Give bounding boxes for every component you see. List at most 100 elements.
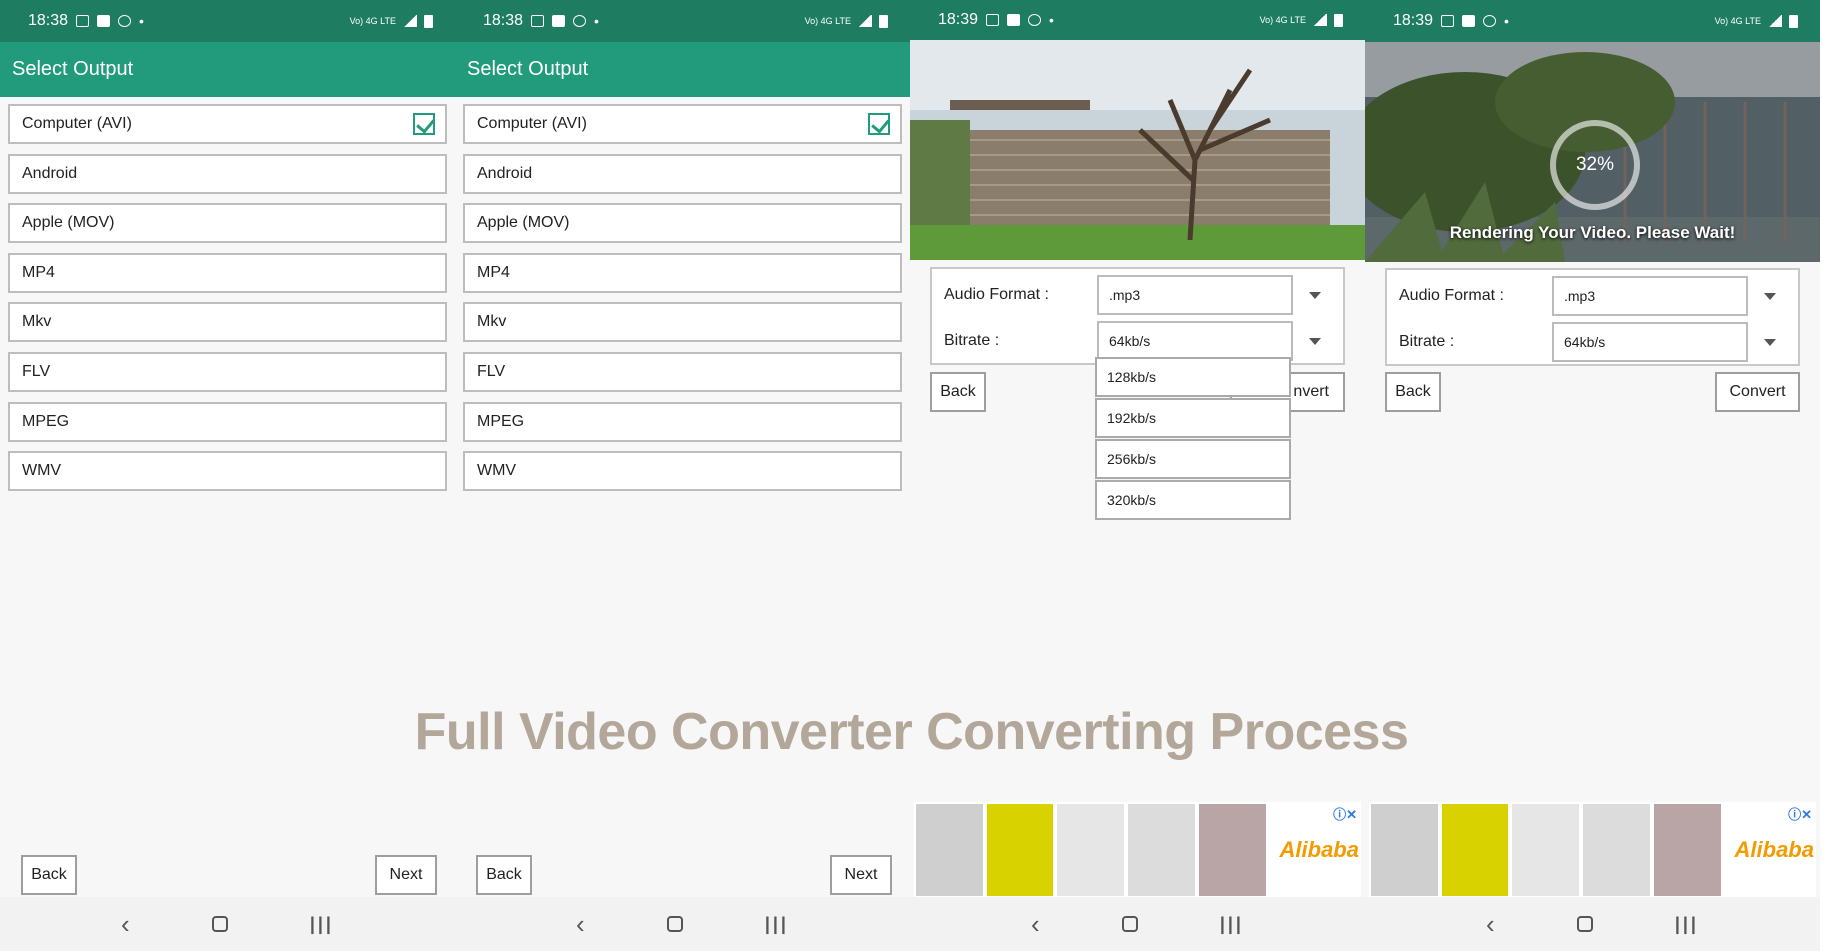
checkbox-checked-icon[interactable] [413, 113, 435, 135]
nav-home-icon[interactable] [1122, 916, 1138, 932]
ad-item[interactable] [1128, 804, 1195, 896]
chevron-down-icon[interactable] [1309, 338, 1321, 345]
option-computer-avi[interactable]: Computer (AVI) [8, 104, 447, 144]
option-apple-mov[interactable]: Apple (MOV) [463, 203, 902, 243]
nav-back-icon[interactable]: ‹ [1486, 909, 1495, 940]
audio-format-row: Audio Format : .mp3 [1387, 275, 1798, 317]
ad-item[interactable] [1199, 804, 1266, 896]
system-nav-bar: ‹ ||| [1365, 897, 1820, 951]
nav-back-icon[interactable]: ‹ [1031, 909, 1040, 940]
audio-settings-box: Audio Format : .mp3 Bitrate : 64kb/s [930, 267, 1345, 365]
checkbox-checked-icon[interactable] [868, 113, 890, 135]
clock: 18:39 [938, 11, 978, 29]
rendering-message: Rendering Your Video. Please Wait! [1365, 223, 1820, 243]
audio-format-row: Audio Format : .mp3 [932, 274, 1343, 316]
ad-item[interactable] [1512, 804, 1579, 896]
network-label: Vo) 4G LTE [350, 16, 396, 26]
ad-item[interactable] [1583, 804, 1650, 896]
status-bar: 18:38 • Vo) 4G LTE [455, 0, 910, 42]
audio-format-select[interactable]: .mp3 [1552, 276, 1748, 316]
bitrate-option-128[interactable]: 128kb/s [1095, 357, 1291, 397]
back-button[interactable]: Back [21, 855, 77, 895]
notification-dot-icon: • [1504, 13, 1509, 29]
clock: 18:38 [483, 12, 523, 30]
option-mp4[interactable]: MP4 [463, 253, 902, 293]
ad-item[interactable] [916, 804, 983, 896]
page-title: Select Output [467, 58, 588, 81]
notification-dot-icon: • [594, 13, 599, 29]
ad-item[interactable] [1654, 804, 1721, 896]
system-nav-bar: ‹ ||| [0, 897, 455, 951]
network-label: Vo) 4G LTE [1715, 16, 1761, 26]
next-button[interactable]: Next [375, 855, 437, 895]
status-bar: 18:38 • Vo) 4G LTE [0, 0, 455, 42]
nav-recents-icon[interactable]: ||| [1220, 914, 1244, 935]
screen-select-output-1: 18:38 • Vo) 4G LTE Select Output Compute… [0, 0, 455, 951]
ad-banner[interactable]: Alibaba ⓘ✕ [1369, 802, 1816, 898]
option-mpeg[interactable]: MPEG [463, 402, 902, 442]
ad-logo[interactable]: Alibaba [1280, 837, 1359, 863]
bitrate-dropdown: 128kb/s 192kb/s 256kb/s 320kb/s [1095, 356, 1291, 520]
option-mkv[interactable]: Mkv [463, 302, 902, 342]
network-label: Vo) 4G LTE [1260, 15, 1306, 25]
back-button[interactable]: Back [930, 372, 986, 412]
chevron-down-icon[interactable] [1764, 293, 1776, 300]
app-bar: Select Output [0, 42, 455, 97]
bitrate-label: Bitrate : [1399, 333, 1454, 351]
chevron-down-icon[interactable] [1309, 292, 1321, 299]
ad-item[interactable] [987, 804, 1054, 896]
app-icon [1007, 14, 1020, 26]
whatsapp-icon [118, 15, 131, 27]
chevron-down-icon[interactable] [1764, 339, 1776, 346]
nav-home-icon[interactable] [667, 916, 683, 932]
nav-home-icon[interactable] [212, 916, 228, 932]
ad-banner[interactable]: Alibaba ⓘ✕ [914, 802, 1361, 898]
clock: 18:39 [1393, 12, 1433, 30]
system-nav-bar: ‹ ||| [910, 897, 1365, 951]
option-computer-avi[interactable]: Computer (AVI) [463, 104, 902, 144]
nav-recents-icon[interactable]: ||| [765, 914, 789, 935]
next-button[interactable]: Next [830, 855, 892, 895]
option-apple-mov[interactable]: Apple (MOV) [8, 203, 447, 243]
convert-button[interactable]: Convert [1715, 372, 1800, 412]
gallery-icon [531, 15, 544, 27]
bitrate-select[interactable]: 64kb/s [1097, 321, 1293, 361]
network-label: Vo) 4G LTE [805, 16, 851, 26]
nav-home-icon[interactable] [1577, 916, 1593, 932]
page-title: Select Output [12, 58, 133, 81]
option-android[interactable]: Android [463, 154, 902, 194]
option-flv[interactable]: FLV [8, 352, 447, 392]
bitrate-row: Bitrate : 64kb/s [1387, 321, 1798, 363]
screen-rendering: 18:39 • Vo) 4G LTE 32% R [1365, 0, 1820, 951]
battery-icon [879, 15, 888, 28]
nav-recents-icon[interactable]: ||| [310, 914, 334, 935]
bitrate-label: Bitrate : [944, 332, 999, 350]
nav-back-icon[interactable]: ‹ [121, 909, 130, 940]
bitrate-select[interactable]: 64kb/s [1552, 322, 1748, 362]
bitrate-option-320[interactable]: 320kb/s [1095, 480, 1291, 520]
nav-recents-icon[interactable]: ||| [1675, 914, 1699, 935]
ad-logo[interactable]: Alibaba [1735, 837, 1814, 863]
bitrate-option-192[interactable]: 192kb/s [1095, 398, 1291, 438]
option-wmv[interactable]: WMV [463, 451, 902, 491]
ad-close-icon[interactable]: ⓘ✕ [1788, 804, 1812, 823]
option-wmv[interactable]: WMV [8, 451, 447, 491]
ad-close-icon[interactable]: ⓘ✕ [1333, 804, 1357, 823]
back-button[interactable]: Back [476, 855, 532, 895]
ad-item[interactable] [1057, 804, 1124, 896]
option-flv[interactable]: FLV [463, 352, 902, 392]
option-android[interactable]: Android [8, 154, 447, 194]
screen-select-output-2: 18:38 • Vo) 4G LTE Select Output Compute… [455, 0, 910, 951]
back-button[interactable]: Back [1385, 372, 1441, 412]
ad-item[interactable] [1442, 804, 1509, 896]
nav-back-icon[interactable]: ‹ [576, 909, 585, 940]
ad-item[interactable] [1371, 804, 1438, 896]
bitrate-option-256[interactable]: 256kb/s [1095, 439, 1291, 479]
output-options-list: Computer (AVI) Android Apple (MOV) MP4 M… [8, 104, 447, 501]
audio-format-select[interactable]: .mp3 [1097, 275, 1293, 315]
option-mpeg[interactable]: MPEG [8, 402, 447, 442]
option-mkv[interactable]: Mkv [8, 302, 447, 342]
audio-format-label: Audio Format : [944, 286, 1049, 304]
option-mp4[interactable]: MP4 [8, 253, 447, 293]
app-icon [97, 15, 110, 27]
